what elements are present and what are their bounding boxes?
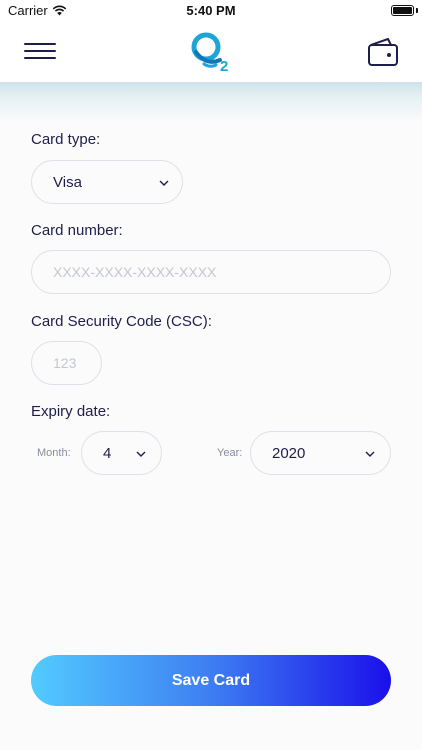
csc-label: Card Security Code (CSC): [31,313,212,330]
header-shadow [0,82,422,122]
month-value: 4 [103,444,112,462]
app-logo: 2 [191,32,228,75]
hamburger-menu-icon [24,43,56,45]
battery-icon [391,5,414,16]
chevron-down-icon [365,451,375,457]
chevron-down-icon [159,180,169,186]
year-value: 2020 [272,444,306,462]
card-number-label: Card number: [31,222,123,239]
menu-button[interactable] [22,40,58,64]
app-header: 2 [0,22,422,82]
status-time: 5:40 PM [186,3,236,18]
card-number-placeholder: XXXX-XXXX-XXXX-XXXX [53,264,217,280]
card-number-input[interactable]: XXXX-XXXX-XXXX-XXXX [31,250,391,294]
card-type-select[interactable]: Visa [31,160,183,204]
month-label: Month: [37,447,71,459]
hamburger-menu-icon-line [24,57,56,59]
logo-number: 2 [220,58,228,75]
battery-cap [416,8,418,13]
status-bar: Carrier 5:40 PM [0,0,422,22]
csc-input[interactable]: 123 [31,341,102,385]
month-select[interactable]: 4 [81,431,162,475]
hamburger-menu-icon-line [24,50,56,52]
year-label: Year: [217,447,243,459]
wallet-icon[interactable] [366,36,400,68]
card-type-value: Visa [53,173,82,191]
chevron-down-icon [136,451,146,457]
save-card-button[interactable]: Save Card [31,655,391,706]
csc-placeholder: 123 [53,355,77,371]
year-select[interactable]: 2020 [250,431,391,475]
expiry-date-label: Expiry date: [31,403,111,420]
card-type-label: Card type: [31,131,101,148]
